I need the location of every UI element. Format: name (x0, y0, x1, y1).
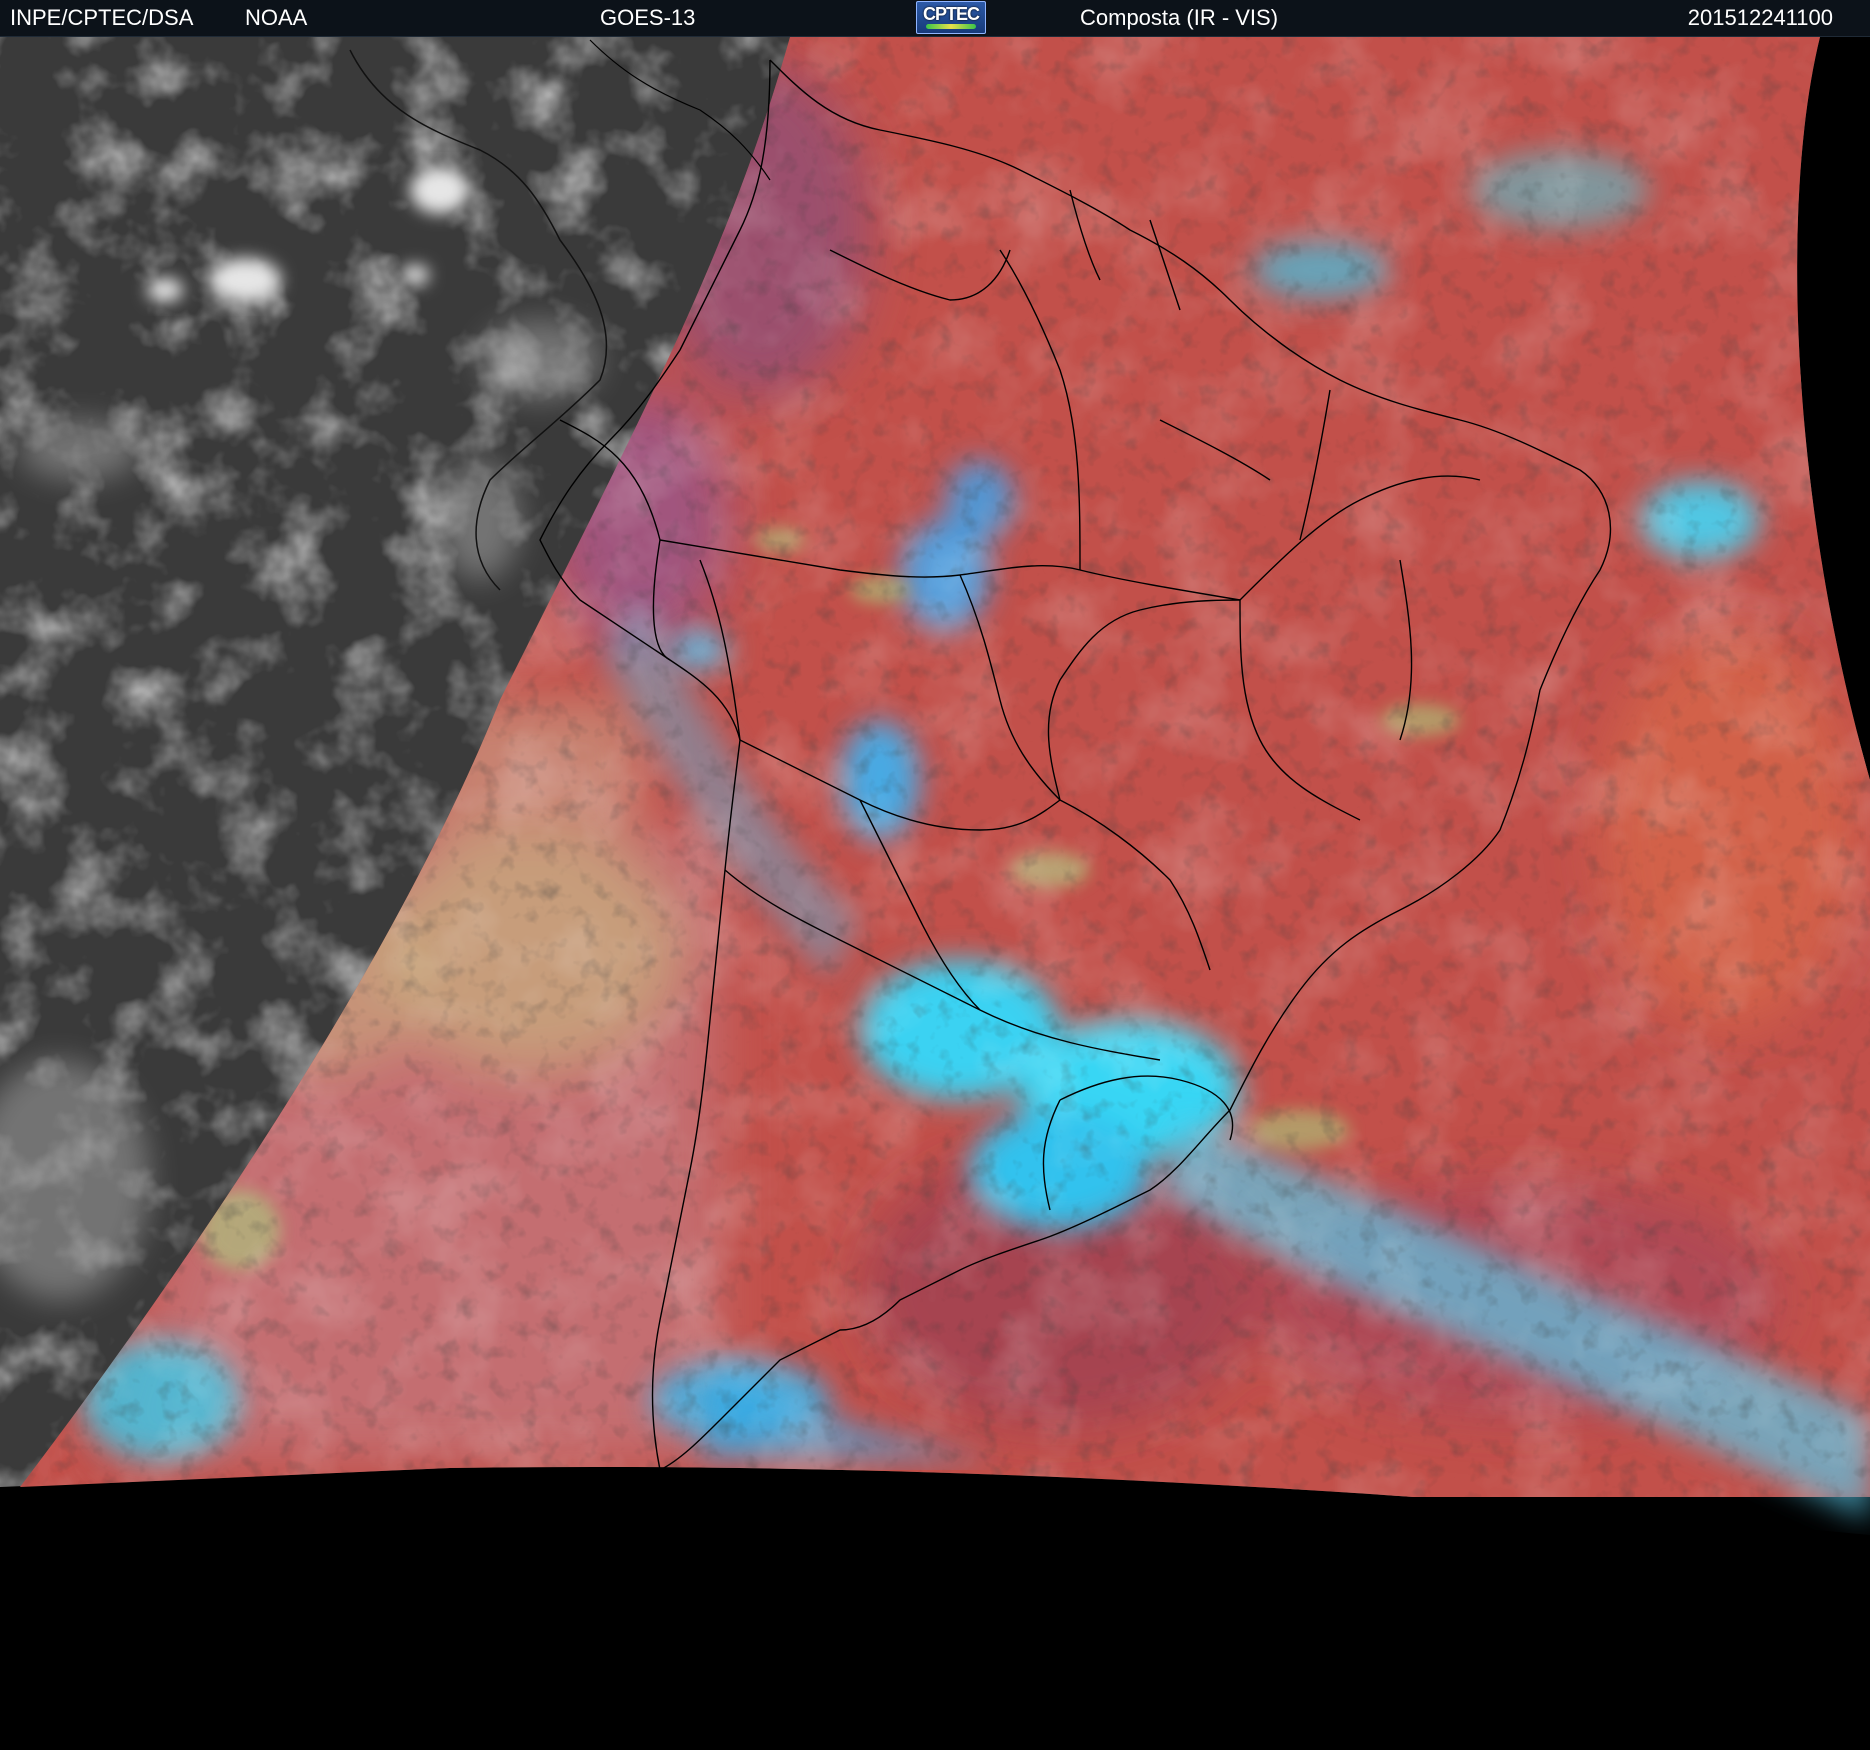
cptec-logo-icon: CPTEC (916, 1, 986, 34)
header-bar: INPE/CPTEC/DSA NOAA GOES-13 CPTEC Compos… (0, 0, 1870, 37)
agency-label: NOAA (245, 5, 308, 30)
satellite-label: GOES-13 (600, 5, 696, 30)
organization-label: INPE/CPTEC/DSA (10, 5, 194, 30)
timestamp-label: 201512241100 (1687, 5, 1833, 30)
satellite-image (0, 37, 1870, 1750)
logo-swirl (926, 24, 976, 29)
logo-text: CPTEC (922, 4, 980, 24)
product-label: Composta (IR - VIS) (1080, 5, 1279, 30)
